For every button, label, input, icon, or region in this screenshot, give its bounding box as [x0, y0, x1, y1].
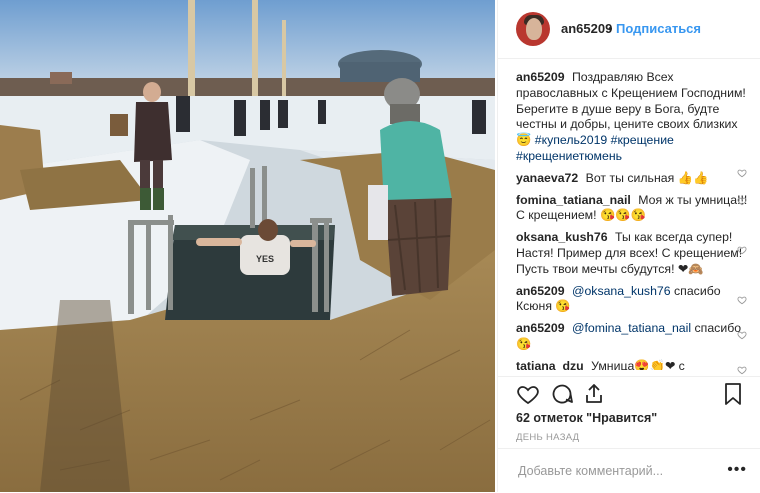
post-photo[interactable]: YES	[0, 0, 495, 492]
bookmark-icon[interactable]	[722, 382, 744, 406]
comment-item: tatiana_dzu Умница😍👏❤ с	[516, 359, 748, 370]
comment-item: oksana_kush76 Ты как всегда супер! Настя…	[516, 230, 748, 277]
caption-tags[interactable]: #купель2019 #крещение #крещениетюмень	[516, 133, 674, 163]
follow-button[interactable]: Подписаться	[616, 21, 701, 36]
comment-text: Умница😍👏❤ с	[591, 358, 685, 370]
comment-like-heart-icon[interactable]	[737, 365, 747, 375]
avatar[interactable]	[516, 12, 550, 46]
comment-text: Вот ты сильная 👍👍	[585, 170, 709, 185]
instagram-post: YES an65209 • Подписаться an65209 Поздра…	[0, 0, 760, 492]
comment-item: an65209 @fomina_tatiana_nail спасибо 😘	[516, 321, 748, 353]
comment-username[interactable]: an65209	[516, 284, 565, 298]
username-link[interactable]: an65209	[561, 21, 612, 36]
more-options-icon[interactable]: •••	[727, 461, 747, 479]
avatar-face	[526, 18, 542, 40]
caption: an65209 Поздравляю Всех православных с К…	[516, 70, 748, 165]
divider	[498, 376, 760, 377]
comment-like-heart-icon[interactable]	[737, 295, 747, 305]
comment-like-heart-icon[interactable]	[737, 330, 747, 340]
caption-username[interactable]: an65209	[516, 70, 565, 84]
comment-mention[interactable]: @fomina_tatiana_nail	[572, 321, 691, 335]
comments-list: an65209 Поздравляю Всех православных с К…	[516, 70, 748, 370]
comment-username[interactable]: oksana_kush76	[516, 230, 608, 244]
comment-username[interactable]: tatiana_dzu	[516, 359, 584, 370]
svg-text:YES: YES	[256, 254, 274, 264]
comment-mention[interactable]: @oksana_kush76	[572, 284, 671, 298]
comment-item: yanaeva72 Вот ты сильная 👍👍	[516, 171, 748, 187]
comment-bubble-icon[interactable]	[550, 382, 574, 406]
comment-username[interactable]: fomina_tatiana_nail	[516, 193, 631, 207]
add-comment-bar: •••	[498, 448, 760, 493]
winter-baptism-photo: YES	[0, 0, 495, 492]
comment-like-heart-icon[interactable]	[737, 168, 747, 178]
post-header: an65209 • Подписаться	[498, 0, 760, 59]
add-comment-input[interactable]	[516, 463, 720, 479]
comment-like-heart-icon[interactable]	[737, 196, 747, 206]
likes-count[interactable]: 62 отметок "Нравится"	[516, 411, 657, 425]
like-heart-icon[interactable]	[516, 382, 540, 406]
post-sidebar: an65209 • Подписаться an65209 Поздравляю…	[497, 0, 760, 492]
comment-item: an65209 @oksana_kush76 спасибо Ксюня 😘	[516, 284, 748, 316]
comment-username[interactable]: an65209	[516, 321, 565, 335]
share-upload-icon[interactable]	[582, 382, 606, 406]
post-date[interactable]: ДЕНЬ НАЗАД	[516, 432, 579, 443]
comment-like-heart-icon[interactable]	[737, 245, 747, 255]
action-bar	[516, 382, 746, 408]
separator-dot: •	[608, 21, 613, 36]
comment-item: fomina_tatiana_nail Моя ж ты умница!!! С…	[516, 193, 748, 225]
comment-username[interactable]: yanaeva72	[516, 171, 578, 185]
